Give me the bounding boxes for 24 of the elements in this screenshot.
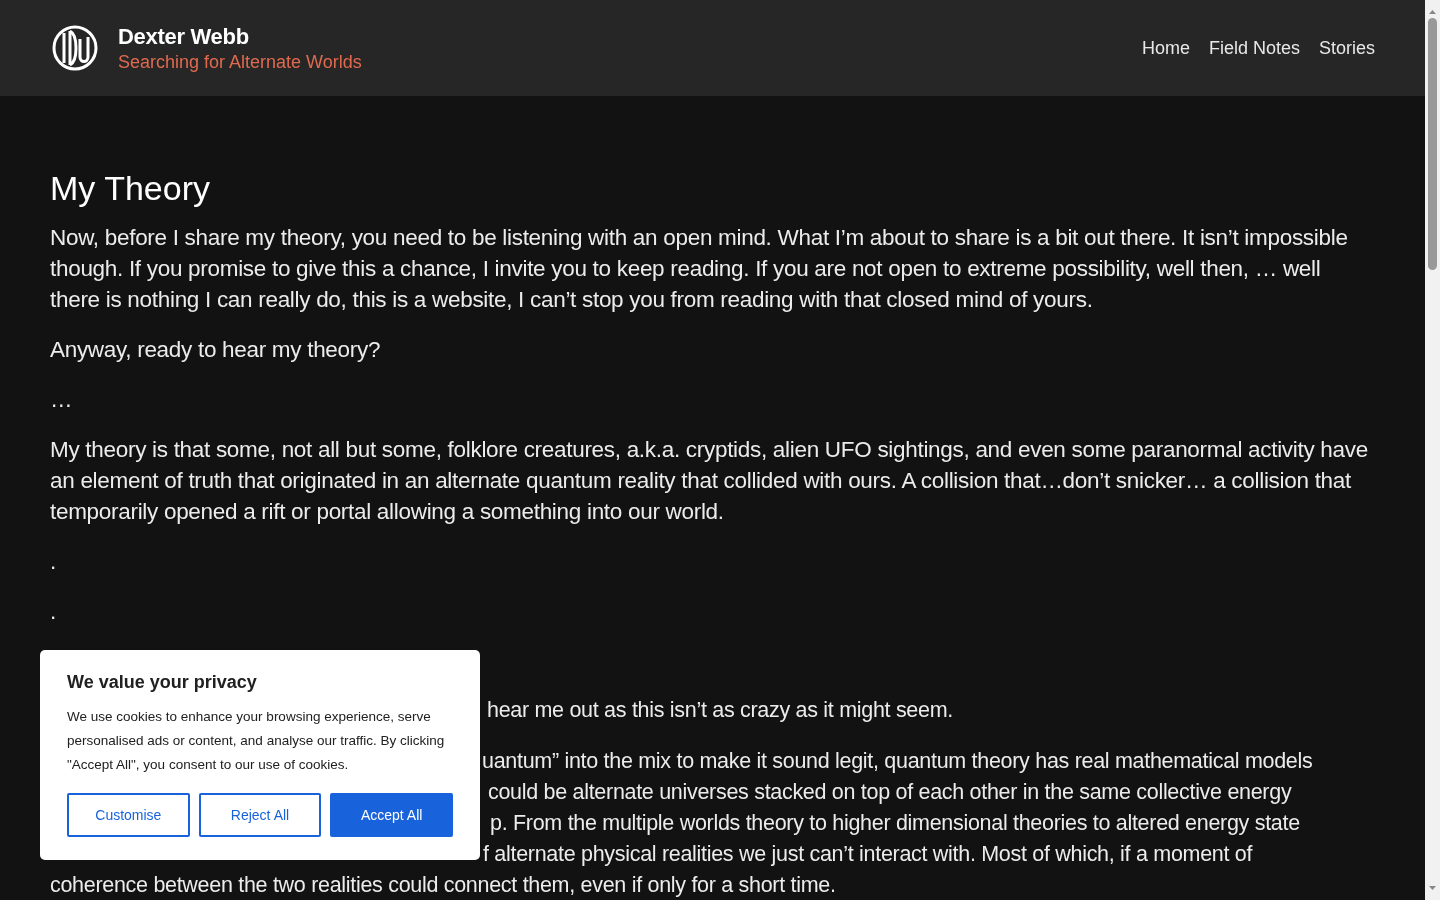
article-title: My Theory: [50, 169, 211, 208]
text-line: coherence between the two realities could connect them, even if only for a short time.: [50, 872, 837, 899]
site-tagline: Searching for Alternate Worlds: [118, 51, 362, 73]
outline-button[interactable]: Customise: [67, 793, 190, 837]
logo-icon: [52, 25, 98, 71]
banner-text: We use cookies to enhance your browsing experience, serve personalised ads or content, and analyse our traffic. By clicking "Accept All", you consent to our use of cookies.: [67, 708, 446, 774]
text-line: p. From the multiple worlds theory to higher dimensional theories to altered energy state: [490, 810, 1301, 837]
nav-link[interactable]: Stories: [1318, 37, 1375, 59]
text-line: uantum” into the mix to make it sound legit, quantum theory has real mathematical models: [482, 748, 1314, 775]
nav-link[interactable]: Home: [1141, 37, 1190, 59]
nav-link[interactable]: Field Notes: [1208, 37, 1300, 59]
paragraph: .: [50, 598, 57, 626]
paragraph: …: [50, 386, 74, 414]
text-line: could be alternate universes stacked on top of each other in the same collective energy: [488, 779, 1293, 806]
paragraph: .: [50, 548, 57, 576]
paragraph: Anyway, ready to hear my theory?: [50, 336, 382, 364]
accept-button[interactable]: Accept All: [330, 793, 453, 837]
paragraph: Now, before I share my theory, you need to be listening with an open mind. What I’m about to share is a bit out there. It isn’t impossible though. If you promise to give this a chance, I invite you to keep reading. If you are not open to extreme possibility, well then, … well there is nothing I can really do, this is a website, I can’t stop you from reading with that closed mind of yours.: [50, 224, 1349, 314]
site-title: Dexter Webb: [118, 23, 250, 50]
text-line: hear me out as this isn’t as crazy as it might seem.: [487, 697, 954, 724]
paragraph: My theory is that some, not all but some, folklore creatures, a.k.a. cryptids, alien UFO sightings, and even some paranormal activity have an element of truth that originated in an alternate quantum reality that collided with ours. A collision that…don’t snicker… a collision that temporarily opened a rift or portal allowing a something into our world.: [50, 436, 1369, 526]
outline-button[interactable]: Reject All: [198, 793, 322, 837]
text-line: f alternate physical realities we just can’t interact with. Most of which, if a moment of: [483, 841, 1254, 868]
banner-title: We value your privacy: [67, 672, 258, 693]
